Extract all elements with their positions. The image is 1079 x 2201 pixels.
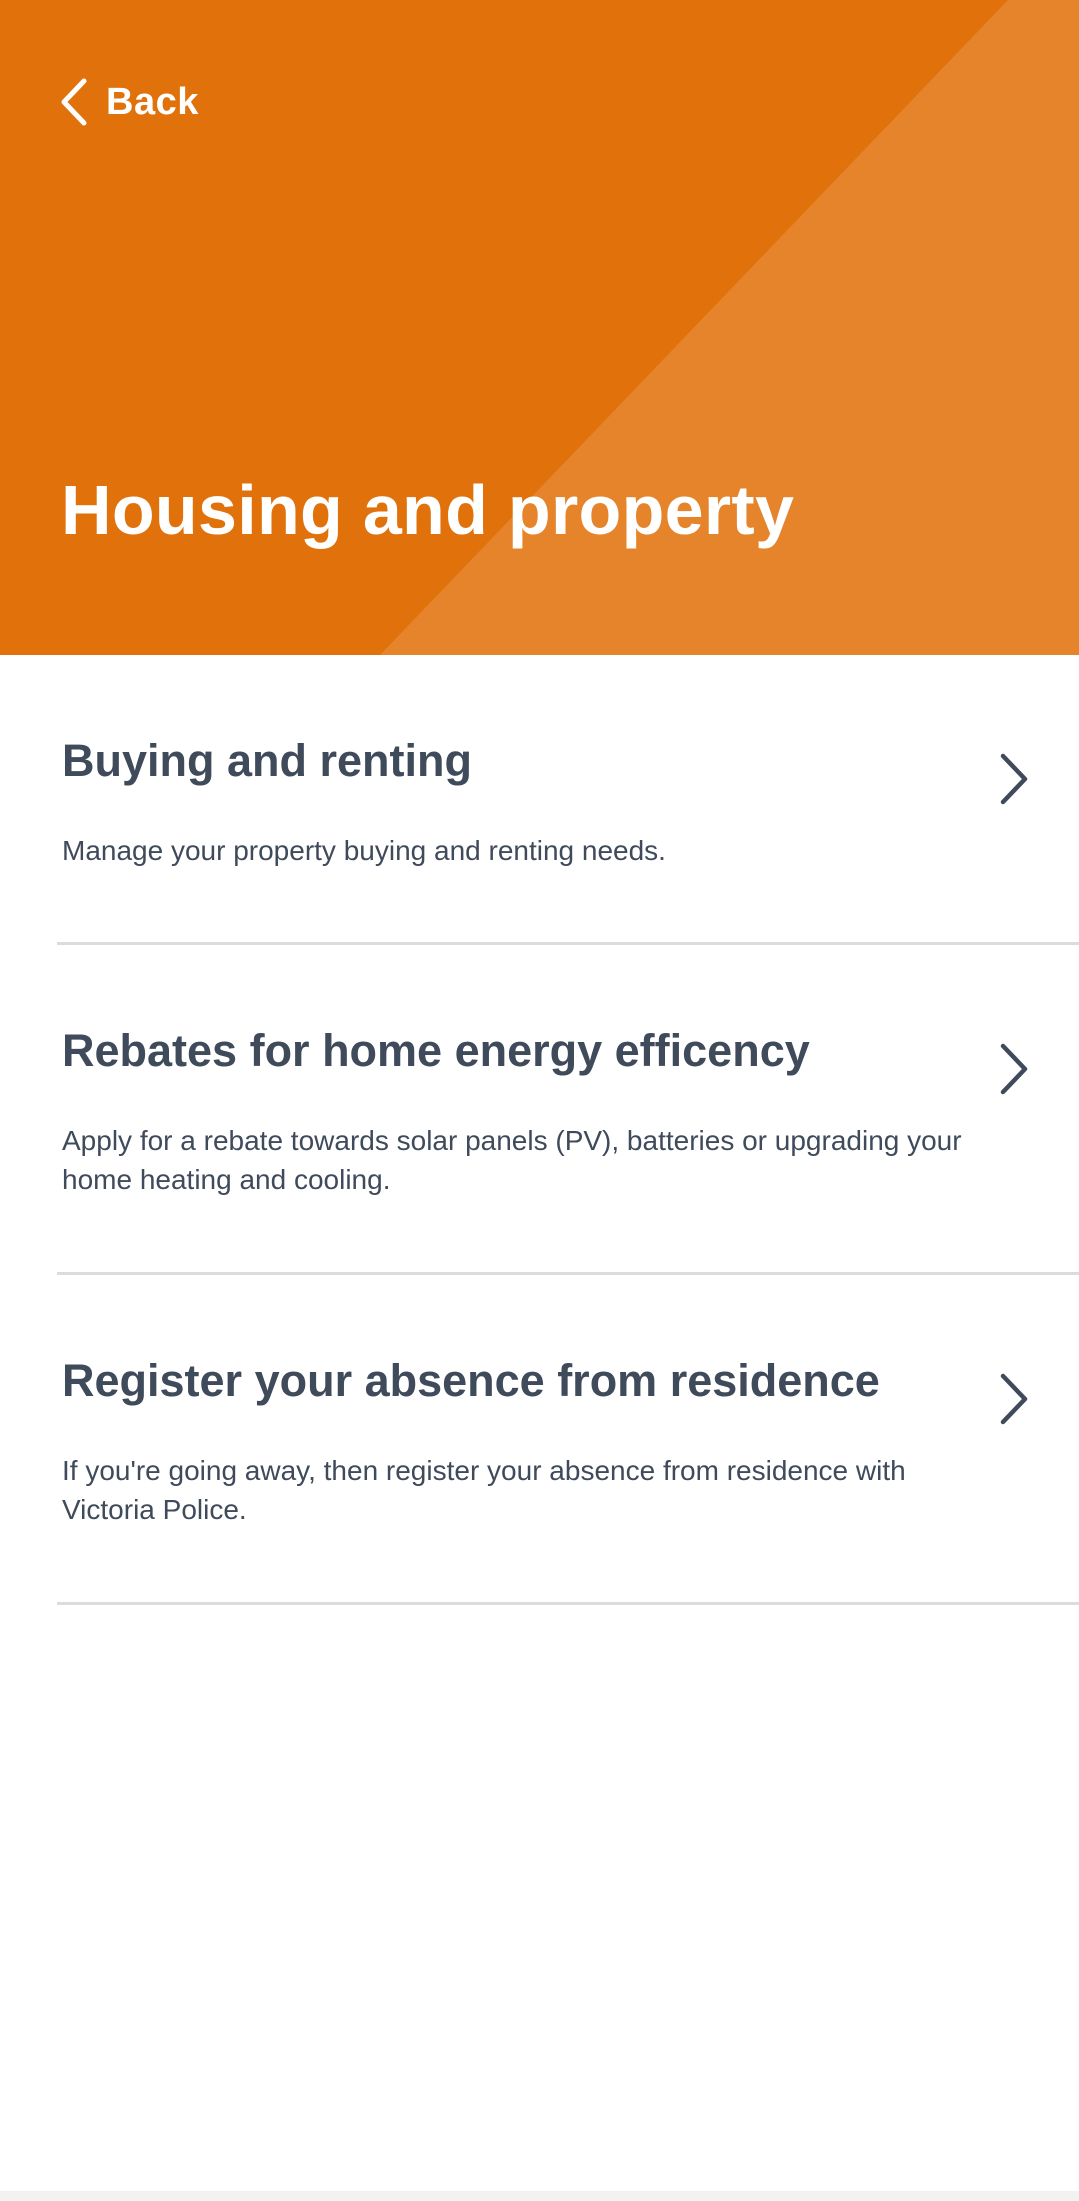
back-button[interactable]: Back	[58, 72, 199, 132]
list-item-buying-and-renting[interactable]: Buying and renting Manage your property …	[57, 655, 1079, 945]
back-label: Back	[106, 80, 199, 123]
chevron-right-icon	[1000, 1373, 1028, 1425]
bottom-navigation-strip	[0, 2191, 1079, 2201]
item-title: Rebates for home energy efficency	[62, 1025, 810, 1076]
page-title: Housing and property	[61, 471, 795, 549]
item-description: Manage your property buying and renting …	[62, 835, 666, 866]
list-item-register-absence[interactable]: Register your absence from residence If …	[57, 1275, 1079, 1605]
service-list: Buying and renting Manage your property …	[0, 655, 1079, 1605]
page: Back Housing and property Buying and ren…	[0, 0, 1079, 2201]
chevron-right-icon	[1000, 753, 1028, 805]
item-title: Register your absence from residence	[62, 1355, 880, 1406]
item-title: Buying and renting	[62, 735, 472, 786]
chevron-left-icon	[61, 78, 87, 126]
item-description: Apply for a rebate towards solar panels …	[62, 1125, 962, 1195]
page-header: Back Housing and property	[0, 0, 1079, 655]
chevron-right-icon	[1000, 1043, 1028, 1095]
item-description: If you're going away, then register your…	[62, 1455, 906, 1525]
list-item-rebates-home-energy[interactable]: Rebates for home energy efficency Apply …	[57, 945, 1079, 1275]
